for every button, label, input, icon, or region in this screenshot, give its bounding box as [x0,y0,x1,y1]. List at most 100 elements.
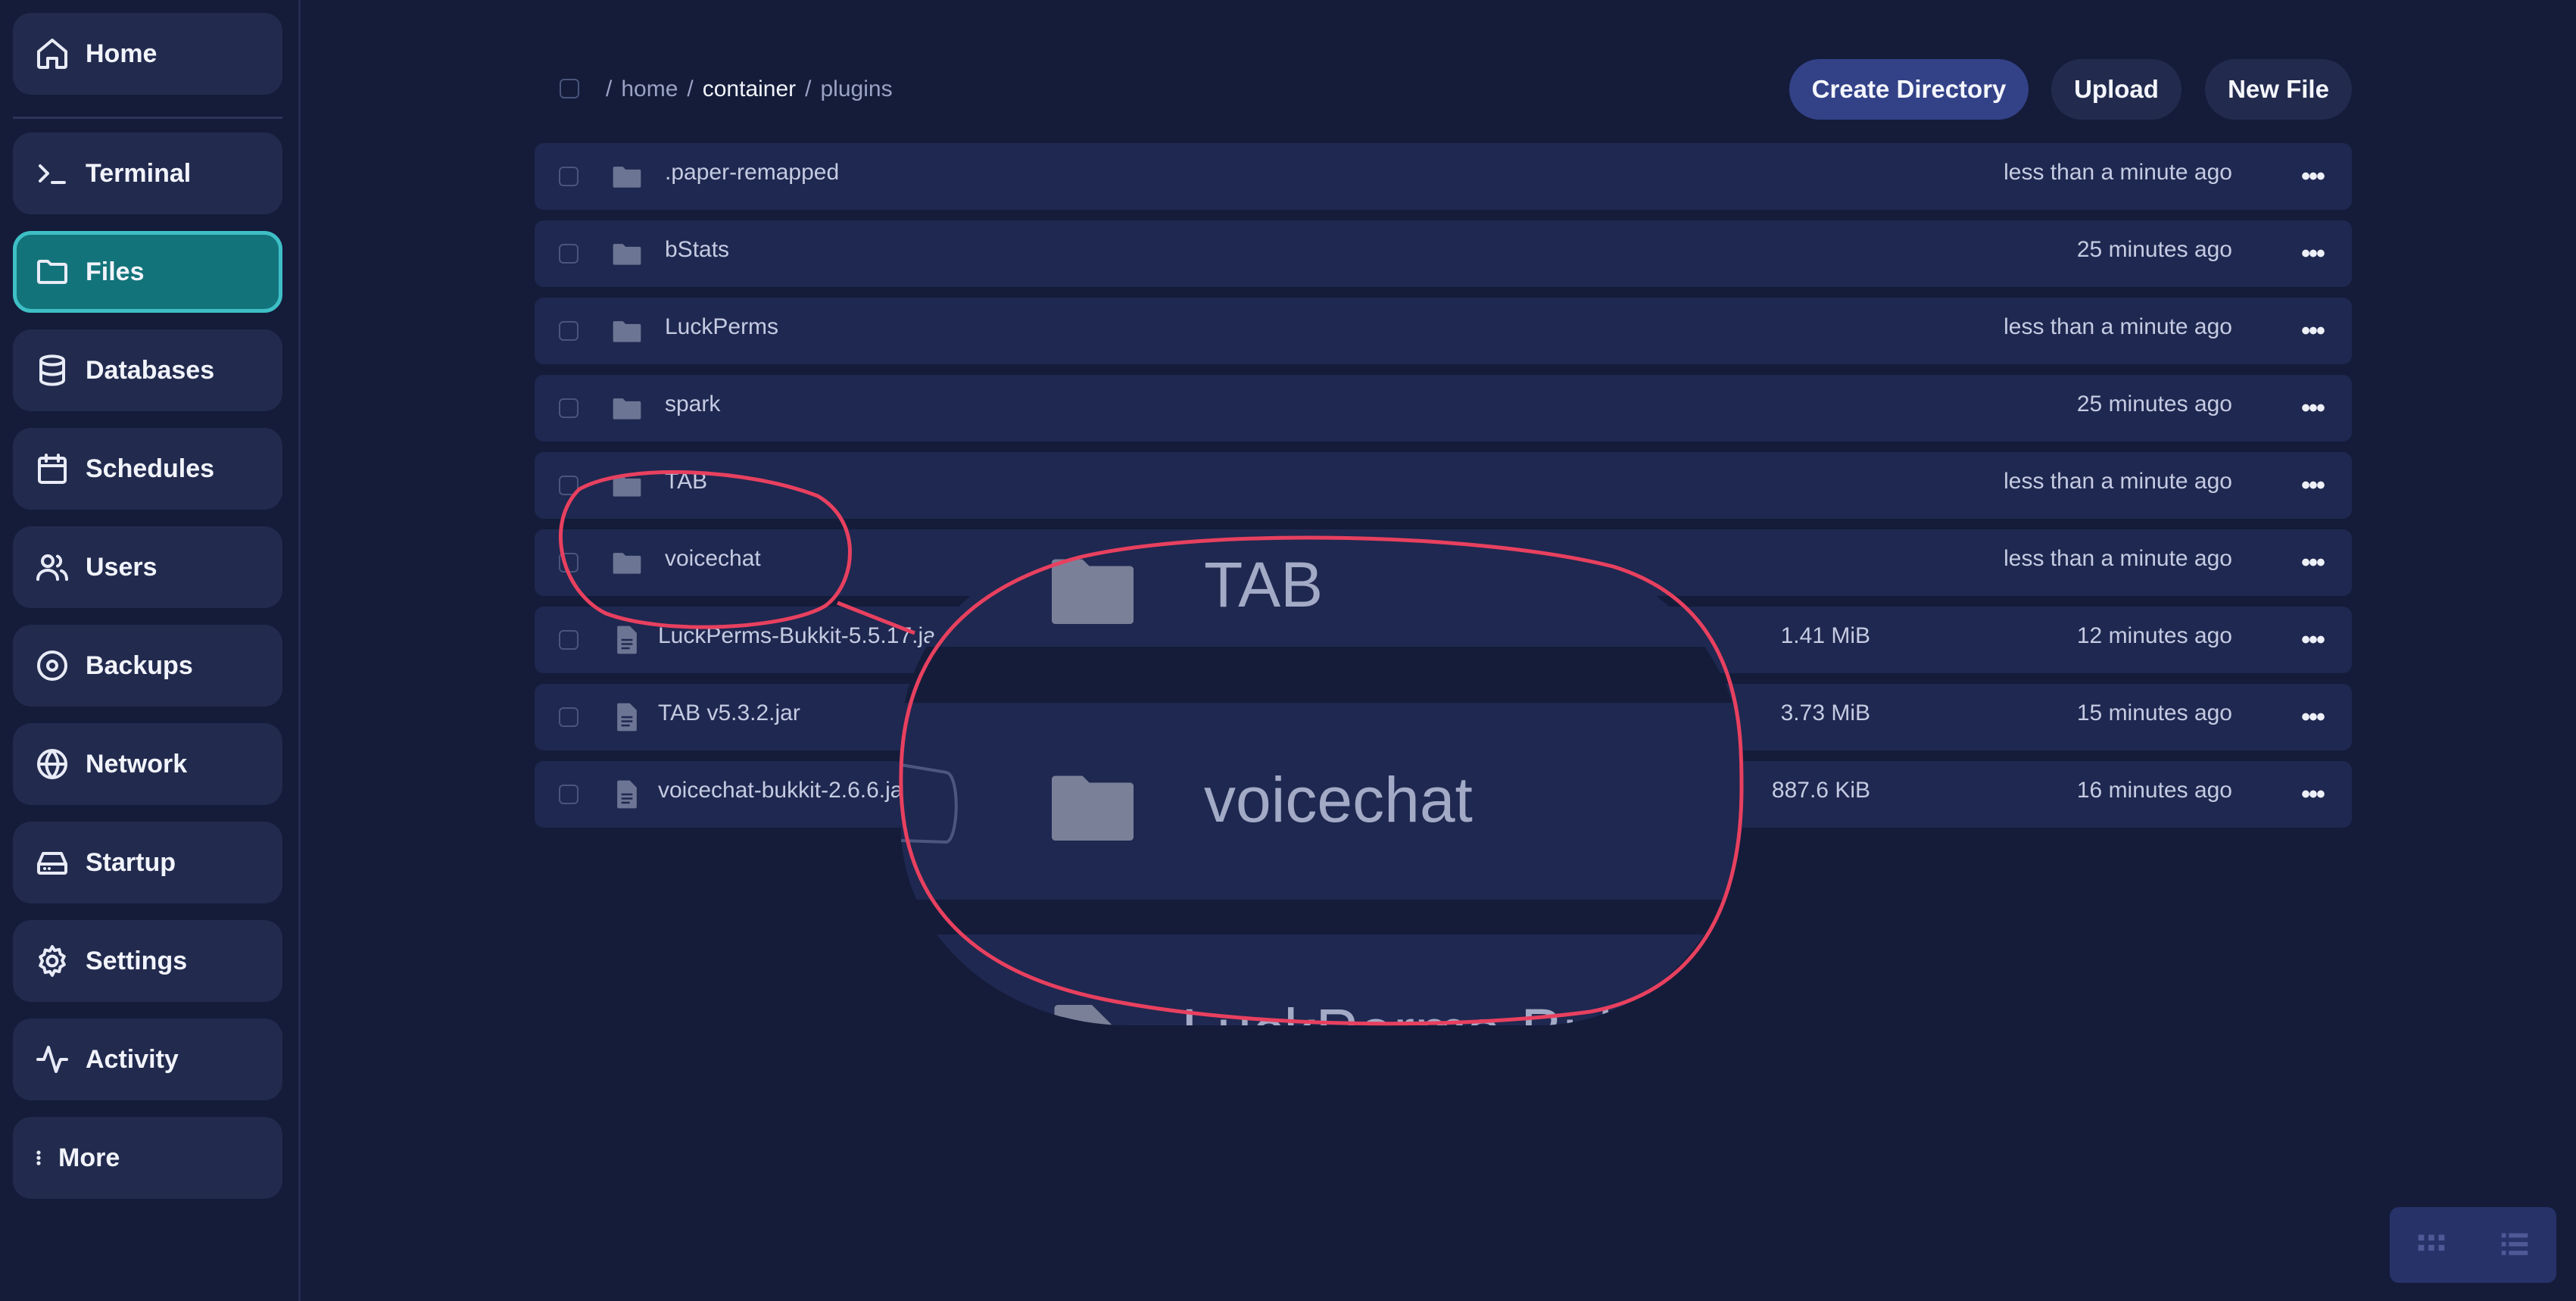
file-name[interactable]: bStats [665,237,729,263]
file-size: 887.6 KiB [1771,778,1870,803]
folder-icon [610,546,644,579]
terminal-icon [33,154,72,193]
row-checkbox[interactable] [559,244,579,264]
file-row[interactable]: TAB less than a minute ago ••• [535,452,2352,519]
row-menu-button[interactable]: ••• [2294,622,2331,658]
folder-icon [610,314,644,348]
sidebar-item-home[interactable]: Home [13,13,282,95]
row-checkbox[interactable] [559,167,579,186]
row-checkbox[interactable] [559,476,579,495]
file-name[interactable]: LuckPerms-Bukkit-5.5.17.jar [658,623,943,649]
sidebar-item-files[interactable]: Files [13,231,282,313]
sidebar-item-databases[interactable]: Databases [13,329,282,411]
row-menu-button[interactable]: ••• [2294,699,2331,735]
row-menu-button[interactable]: ••• [2294,467,2331,504]
sidebar-item-settings[interactable]: Settings [13,920,282,1002]
activity-icon [33,1040,72,1079]
sidebar-item-label: Activity [86,1044,179,1074]
file-size: 3.73 MiB [1780,700,1870,725]
folder-icon [610,237,644,270]
breadcrumb-home[interactable]: home [621,76,678,102]
file-row[interactable]: bStats 25 minutes ago ••• [535,220,2352,287]
folder-icon [33,252,72,292]
breadcrumb-container[interactable]: container [703,76,796,102]
file-modified: 12 minutes ago [2076,623,2232,648]
sidebar-item-label: Databases [86,355,215,385]
database-icon [33,351,72,390]
file-row[interactable]: LuckPerms-Bukkit-5.5.17.jar 1.41 MiB 12 … [535,607,2352,673]
file-row[interactable]: .paper-remapped less than a minute ago •… [535,143,2352,210]
file-name[interactable]: .paper-remapped [665,160,839,186]
file-name[interactable]: voicechat-bukkit-2.6.6.jar [658,778,911,803]
sidebar: Home Terminal Files Databases Schedules … [0,0,301,1301]
gear-icon [33,941,72,981]
file-size: 1.41 MiB [1780,623,1870,648]
create-directory-button[interactable]: Create Directory [1789,59,2029,120]
sidebar-item-label: Home [86,39,157,68]
sidebar-item-label: Schedules [86,454,215,483]
row-checkbox[interactable] [559,707,579,727]
sidebar-item-label: More [58,1143,120,1172]
row-checkbox[interactable] [559,630,579,650]
row-checkbox[interactable] [559,785,579,804]
calendar-icon [33,449,72,488]
file-row[interactable]: TAB v5.3.2.jar 3.73 MiB 15 minutes ago •… [535,684,2352,750]
sidebar-item-backups[interactable]: Backups [13,625,282,707]
sidebar-item-more[interactable]: More [13,1117,282,1199]
file-row[interactable]: voicechat less than a minute ago ••• [535,529,2352,596]
grid-view-icon[interactable] [2414,1226,2449,1265]
folder-icon [610,392,644,425]
sidebar-item-label: Terminal [86,158,192,188]
file-name[interactable]: spark [665,392,720,417]
row-checkbox[interactable] [559,321,579,341]
users-icon [33,548,72,587]
row-menu-button[interactable]: ••• [2294,390,2331,426]
file-icon [610,700,644,734]
sidebar-item-label: Files [86,257,145,286]
sidebar-item-label: Network [86,749,188,778]
sidebar-item-schedules[interactable]: Schedules [13,428,282,510]
file-name[interactable]: TAB v5.3.2.jar [658,700,800,726]
zoom-row-luckperms: LuckPerms-Bukkit-5.5.17.jar [901,934,1743,1025]
file-row[interactable]: LuckPerms less than a minute ago ••• [535,298,2352,364]
file-modified: 25 minutes ago [2076,237,2232,262]
sidebar-item-activity[interactable]: Activity [13,1019,282,1100]
file-modified: 16 minutes ago [2076,778,2232,803]
file-modified: less than a minute ago [2004,546,2232,571]
file-name[interactable]: voicechat [665,546,761,572]
sidebar-item-users[interactable]: Users [13,526,282,608]
row-menu-button[interactable]: ••• [2294,544,2331,581]
sidebar-divider [13,117,282,119]
row-checkbox[interactable] [559,398,579,418]
row-checkbox[interactable] [559,553,579,573]
folder-icon [610,160,644,193]
more-vertical-icon [30,1138,48,1178]
sidebar-item-network[interactable]: Network [13,723,282,805]
breadcrumb: / home / container / plugins [606,74,893,105]
file-icon [610,778,644,811]
row-menu-button[interactable]: ••• [2294,776,2331,813]
file-name[interactable]: LuckPerms [665,314,778,340]
row-menu-button[interactable]: ••• [2294,236,2331,272]
breadcrumb-separator: / [805,76,812,101]
file-row[interactable]: voicechat-bukkit-2.6.6.jar 887.6 KiB 16 … [535,761,2352,828]
breadcrumb-separator: / [687,76,694,101]
file-row[interactable]: spark 25 minutes ago ••• [535,375,2352,441]
upload-button[interactable]: Upload [2051,59,2181,120]
folder-icon [610,469,644,502]
sidebar-item-startup[interactable]: Startup [13,822,282,903]
new-file-button[interactable]: New File [2205,59,2352,120]
row-menu-button[interactable]: ••• [2294,313,2331,349]
row-menu-button[interactable]: ••• [2294,158,2331,195]
breadcrumb-separator: / [606,76,613,101]
sidebar-item-label: Backups [86,650,193,680]
select-all-checkbox[interactable] [560,79,579,98]
file-icon [610,623,644,657]
file-name[interactable]: TAB [665,469,707,495]
breadcrumb-plugins: plugins [820,76,893,101]
list-view-icon[interactable] [2497,1226,2532,1265]
sidebar-item-label: Users [86,552,157,582]
sidebar-item-label: Settings [86,946,188,975]
sidebar-item-terminal[interactable]: Terminal [13,133,282,214]
file-modified: 25 minutes ago [2076,392,2232,417]
